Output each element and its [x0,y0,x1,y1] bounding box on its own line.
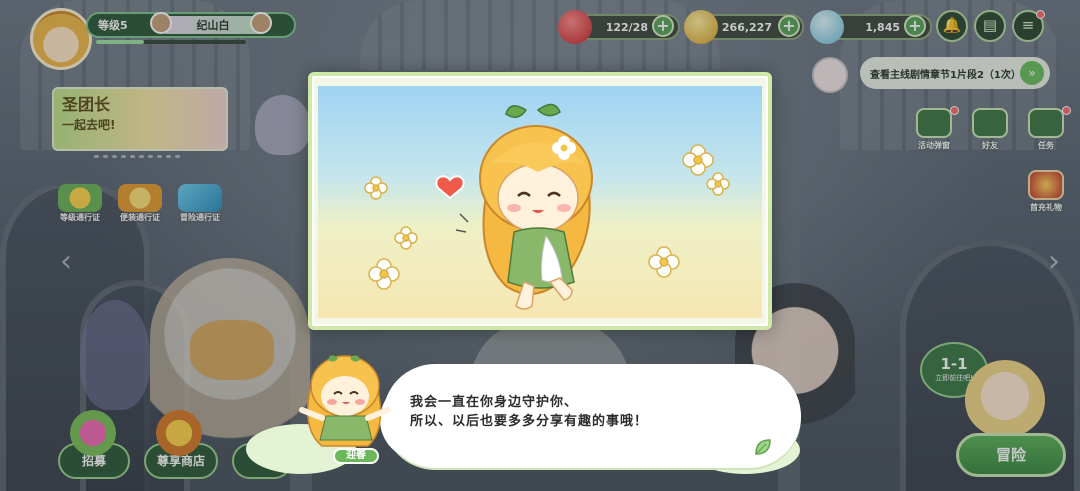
speaker-name-tag: 迎春 [333,448,379,464]
speaker-portrait [299,355,391,447]
cg-image-frame [308,72,772,330]
heart-icon [435,175,465,200]
cg-illustration [318,86,762,318]
dialogue-line-2: 所以、以后也要多多分享有趣的事哦！ [410,414,649,429]
dialogue-text: 我会一直在你身边守护你、 所以、以后也要多多分享有趣的事哦！ [410,393,770,431]
yingchun-chibi-character [455,103,593,310]
cg-illustration-svg [364,103,730,310]
leaf-icon[interactable] [752,436,774,458]
dialogue-line-1: 我会一直在你身边守护你、 [410,395,579,410]
